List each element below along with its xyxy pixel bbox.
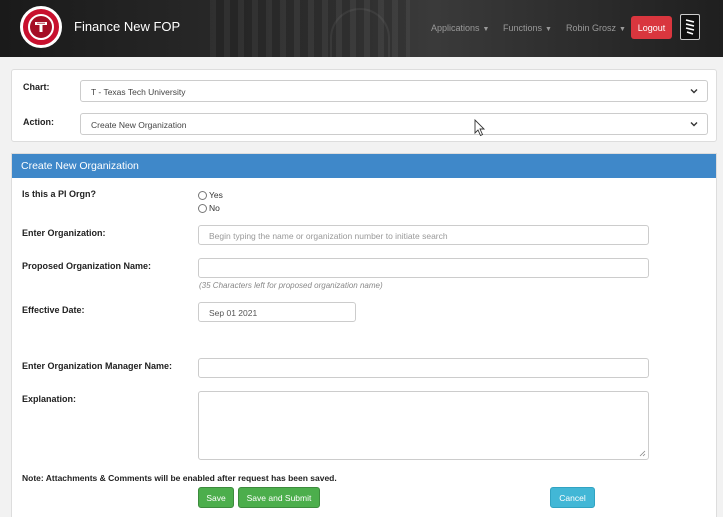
create-organization-panel: Create New Organization Is this a PI Org… <box>11 153 717 517</box>
proposed-name-label: Proposed Organization Name: <box>22 261 152 271</box>
action-select[interactable]: Create New Organization <box>80 113 708 135</box>
chart-label: Chart: <box>23 82 50 92</box>
manager-name-label: Enter Organization Manager Name: <box>22 361 173 371</box>
explanation-label: Explanation: <box>22 394 77 404</box>
radio-circle-icon <box>198 203 207 213</box>
nav-functions-label: Functions <box>503 23 543 33</box>
cancel-button[interactable]: Cancel <box>550 487 595 508</box>
action-select-value: Create New Organization <box>91 120 187 130</box>
caret-down-icon: ▼ <box>482 26 490 33</box>
pi-yes-radio[interactable]: Yes <box>198 190 223 200</box>
nav-functions[interactable]: Functions ▼ <box>503 23 552 33</box>
effective-date-input[interactable]: Sep 01 2021 <box>198 302 356 322</box>
mouse-pointer-icon <box>474 119 486 137</box>
organization-search-input[interactable]: Begin typing the name or organization nu… <box>198 225 649 245</box>
pi-orgn-label: Is this a PI Orgn? <box>22 189 97 199</box>
chevron-down-icon <box>690 122 698 127</box>
pi-yes-label: Yes <box>209 190 223 200</box>
logout-button[interactable]: Logout <box>631 16 672 39</box>
top-navbar: Finance New FOP Applications ▼ Functions ▼… <box>0 0 723 57</box>
attachments-note: Note: Attachments & Comments will be ena… <box>22 473 337 483</box>
radio-circle-icon <box>198 190 207 200</box>
effective-date-label: Effective Date: <box>22 305 85 315</box>
explanation-textarea[interactable] <box>198 391 649 460</box>
app-title[interactable]: Finance New FOP <box>74 19 180 34</box>
nav-applications[interactable]: Applications ▼ <box>431 23 489 33</box>
university-seal-logo[interactable] <box>20 6 62 48</box>
caret-down-icon: ▼ <box>619 26 626 33</box>
panel-title: Create New Organization <box>12 154 716 178</box>
save-and-submit-button[interactable]: Save and Submit <box>238 487 320 508</box>
brand-menu-icon[interactable] <box>680 14 700 40</box>
pi-no-radio[interactable]: No <box>198 203 220 213</box>
manager-name-input[interactable] <box>198 358 649 378</box>
proposed-name-input[interactable] <box>198 258 649 278</box>
stripes-logo-icon <box>685 19 695 35</box>
nav-applications-label: Applications <box>431 23 480 33</box>
double-t-icon <box>35 22 47 32</box>
resize-grip-icon[interactable] <box>638 449 646 457</box>
action-label: Action: <box>23 117 54 127</box>
pi-no-label: No <box>209 203 220 213</box>
nav-user-label: Robin Grosz <box>566 23 617 33</box>
chart-select-value: T - Texas Tech University <box>91 87 186 97</box>
enter-organization-label: Enter Organization: <box>22 228 106 238</box>
nav-user-menu[interactable]: Robin Grosz ▼ <box>566 23 626 33</box>
chart-select[interactable]: T - Texas Tech University <box>80 80 708 102</box>
selection-panel: Chart: T - Texas Tech University Action:… <box>11 69 717 142</box>
caret-down-icon: ▼ <box>545 26 552 33</box>
chevron-down-icon <box>690 89 698 94</box>
proposed-name-helper: (35 Characters left for proposed organiz… <box>199 281 383 290</box>
save-button[interactable]: Save <box>198 487 234 508</box>
